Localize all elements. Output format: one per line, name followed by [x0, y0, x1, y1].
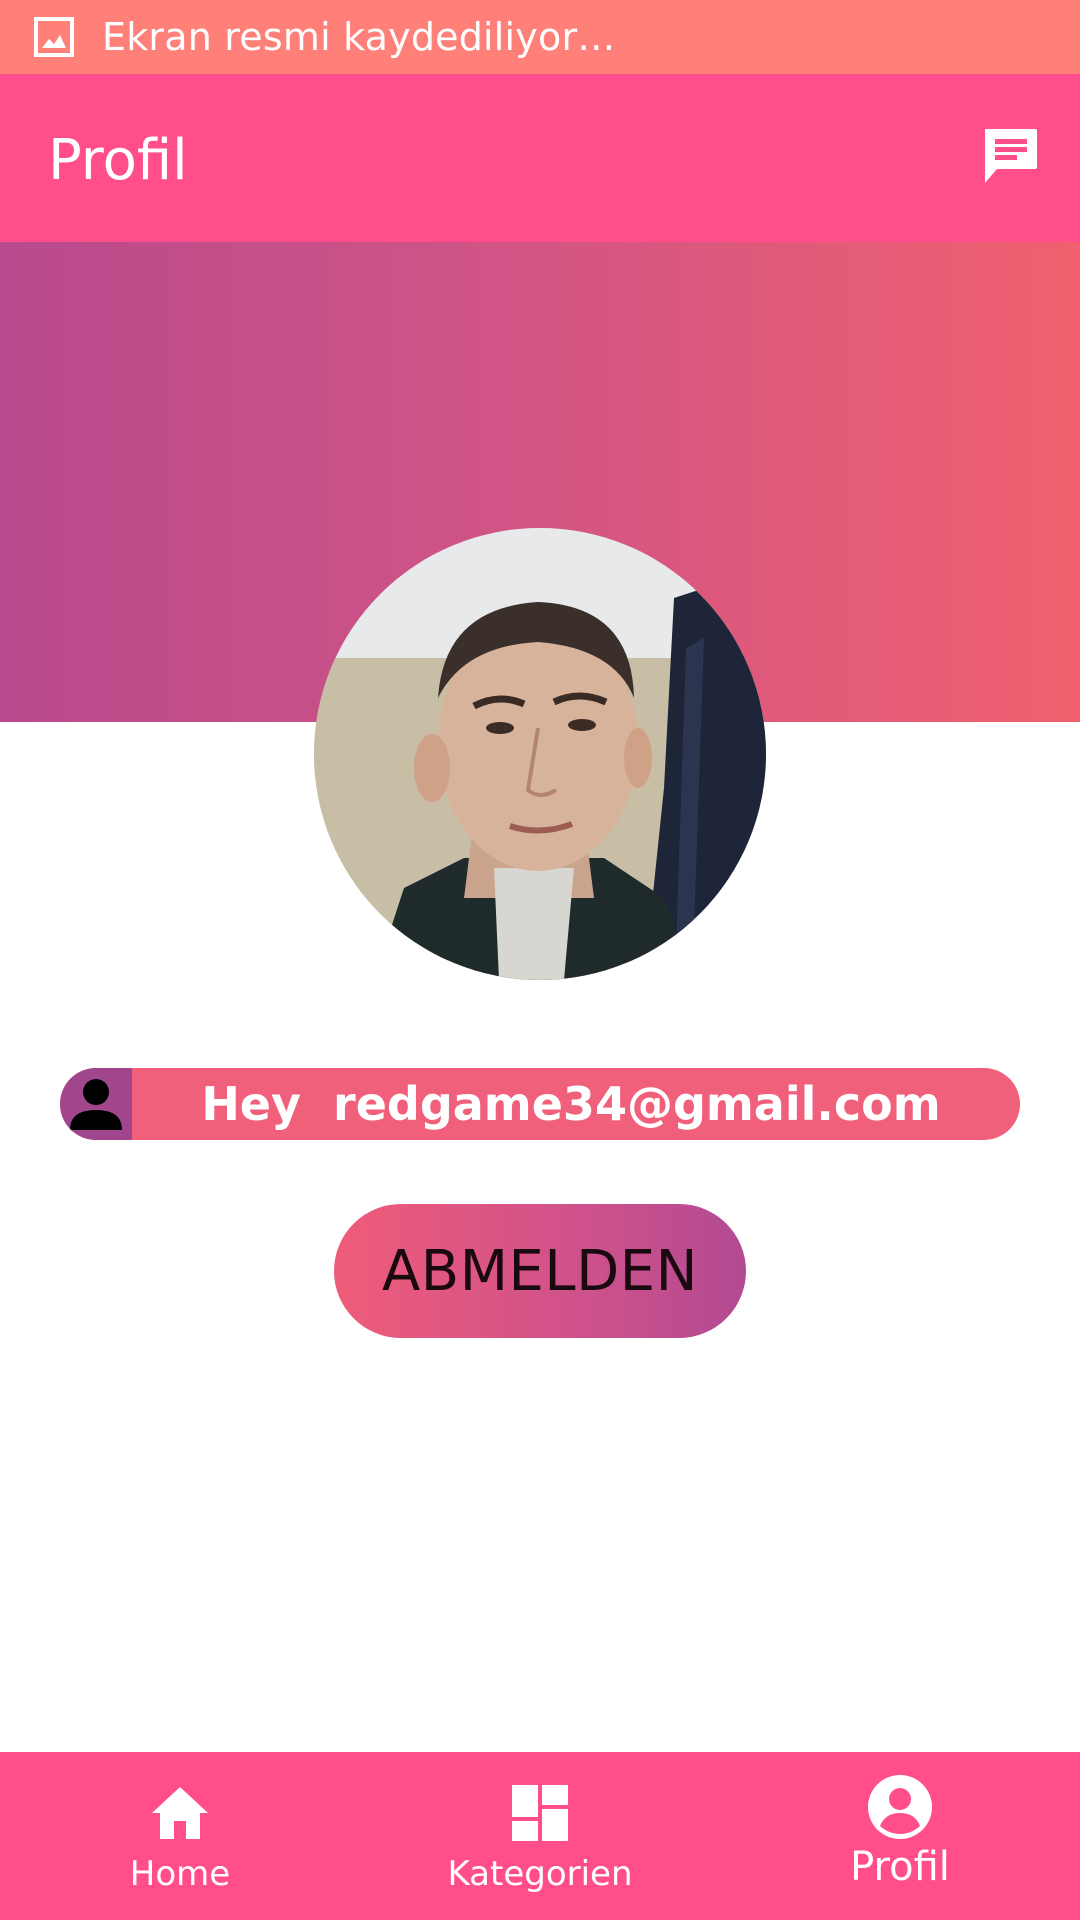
user-email-banner: Hey redgame34@gmail.com [60, 1068, 1020, 1140]
profile-screen: Ekran resmi kaydediliyor… Profil Hey red… [0, 0, 1080, 1920]
nav-label-profil: Profil [850, 1844, 950, 1890]
avatar [314, 528, 766, 980]
nav-label-home: Home [129, 1854, 231, 1894]
status-text: Ekran resmi kaydediliyor… [102, 15, 616, 59]
chat-button[interactable] [978, 126, 1042, 190]
logout-label: ABMELDEN [381, 1238, 699, 1304]
person-icon [66, 1072, 126, 1137]
status-bar: Ekran resmi kaydediliyor… [0, 0, 1080, 74]
chat-icon [979, 125, 1041, 192]
image-icon [34, 17, 74, 57]
person-icon-box [60, 1068, 132, 1140]
nav-label-kategorien: Kategorien [447, 1854, 633, 1894]
page-title: Profil [48, 128, 188, 193]
dashboard-icon [505, 1778, 575, 1848]
app-bar: Profil [0, 74, 1080, 242]
user-greeting: Hey redgame34@gmail.com [201, 1077, 941, 1131]
nav-item-kategorien[interactable]: Kategorien [360, 1752, 720, 1920]
account-circle-icon [865, 1772, 935, 1842]
logout-button[interactable]: ABMELDEN [334, 1204, 746, 1338]
nav-item-profil[interactable]: Profil [720, 1752, 1080, 1920]
nav-item-home[interactable]: Home [0, 1752, 360, 1920]
bottom-navigation: Home Kategorien Profil [0, 1752, 1080, 1920]
home-icon [145, 1778, 215, 1848]
